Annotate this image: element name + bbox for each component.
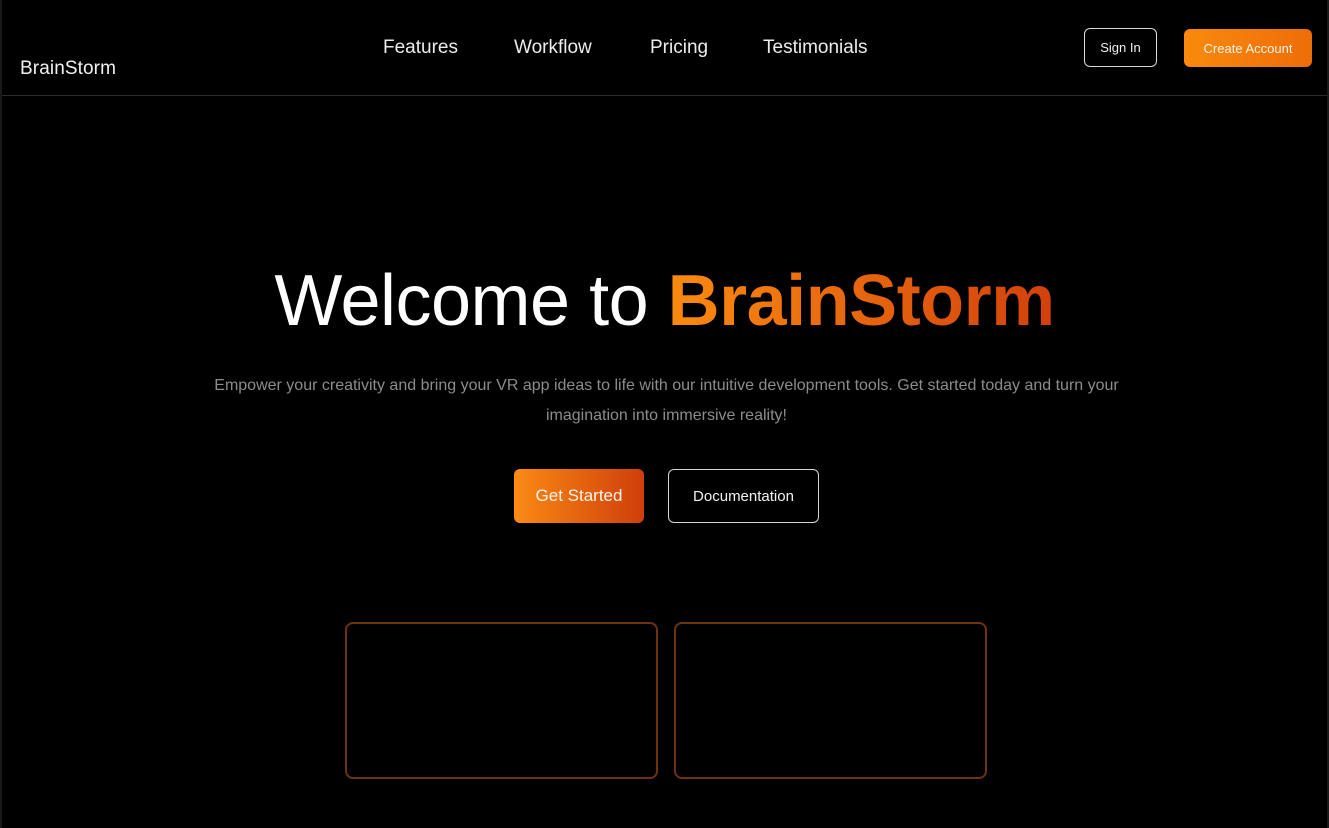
hero-subtitle: Empower your creativity and bring your V… <box>214 377 1119 424</box>
top-navbar: BrainStorm Features Workflow Pricing Tes… <box>2 0 1327 96</box>
hero-title-prefix: Welcome to <box>274 261 668 341</box>
hero-title: Welcome to BrainStorm <box>2 258 1327 344</box>
sign-in-button[interactable]: Sign In <box>1084 28 1157 67</box>
documentation-button[interactable]: Documentation <box>668 469 819 523</box>
nav-link-testimonials[interactable]: Testimonials <box>763 37 868 59</box>
landing-page: BrainStorm Features Workflow Pricing Tes… <box>0 0 1329 828</box>
media-card <box>345 622 658 779</box>
nav-link-pricing[interactable]: Pricing <box>650 37 708 59</box>
hero-title-accent: BrainStorm <box>667 261 1056 341</box>
brand-logo-text[interactable]: BrainStorm <box>20 58 116 80</box>
nav-link-features[interactable]: Features <box>383 37 458 59</box>
media-card <box>674 622 987 779</box>
create-account-button[interactable]: Create Account <box>1184 29 1312 67</box>
nav-link-workflow[interactable]: Workflow <box>514 37 592 59</box>
get-started-button[interactable]: Get Started <box>514 469 644 523</box>
